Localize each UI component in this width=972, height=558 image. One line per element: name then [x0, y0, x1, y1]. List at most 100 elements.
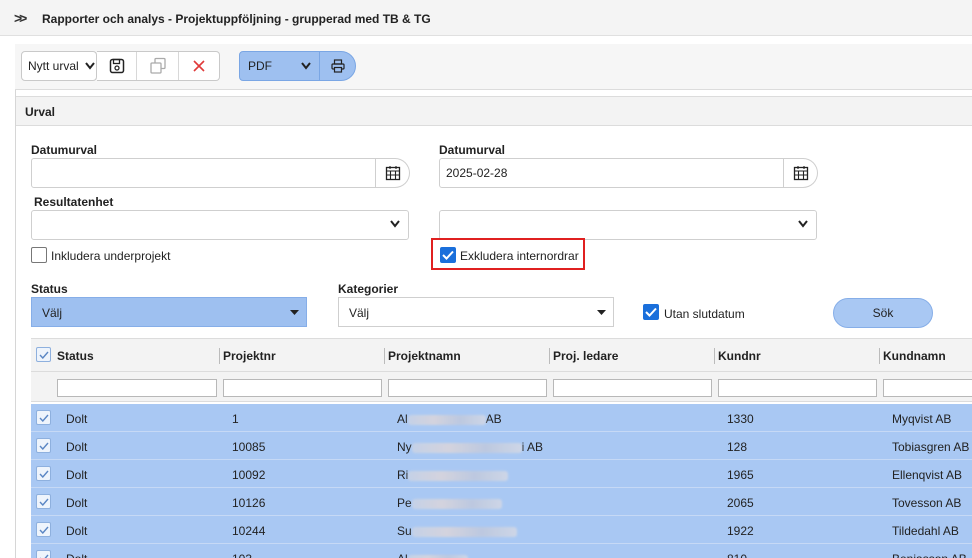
- column-header-kundnamn[interactable]: Kundnamn: [883, 349, 946, 363]
- datum-label-1: Datumurval: [31, 143, 98, 157]
- grid-filter-row: [31, 372, 972, 402]
- checkmark-icon: [38, 498, 49, 506]
- column-header-kundnr[interactable]: Kundnr: [718, 349, 761, 363]
- cell-projektnamn-start: Ny: [397, 440, 412, 454]
- urval-section-title: Urval: [25, 105, 56, 119]
- datum-input-1[interactable]: [31, 158, 376, 188]
- caret-down-icon: [290, 310, 299, 315]
- filter-projektnamn-input[interactable]: [388, 379, 547, 397]
- cell-projektnamn-end: AB: [485, 412, 502, 426]
- column-separator[interactable]: [714, 348, 715, 364]
- print-button[interactable]: [320, 52, 355, 80]
- cell-status: Dolt: [66, 468, 88, 482]
- row-checkbox[interactable]: [36, 466, 51, 481]
- filter-projledare-input[interactable]: [553, 379, 712, 397]
- datum-input-2-value: 2025-02-28: [446, 166, 508, 180]
- cell-kundnamn: Benjasson AB: [892, 552, 967, 558]
- page-title: Rapporter och analys - Projektuppföljnin…: [42, 12, 431, 26]
- cell-projektnr: 10092: [232, 468, 266, 482]
- filter-projektnr-input[interactable]: [223, 379, 382, 397]
- column-header-projledare[interactable]: Proj. ledare: [553, 349, 618, 363]
- datum-input-2[interactable]: 2025-02-28: [439, 158, 784, 188]
- table-row[interactable]: Dolt 10244 Su 1922 Tildedahl AB: [31, 516, 972, 544]
- status-label: Status: [31, 282, 68, 296]
- cell-projektnamn: Ny i AB: [397, 440, 543, 454]
- copy-button[interactable]: [137, 52, 179, 80]
- row-checkbox[interactable]: [36, 438, 51, 453]
- utan-slutdatum-checkbox[interactable]: [643, 304, 659, 320]
- cell-kundnr: 1965: [727, 468, 754, 482]
- redacted-text: [411, 526, 517, 537]
- cell-projektnamn-start: Al: [397, 412, 408, 426]
- row-checkbox[interactable]: [36, 494, 51, 509]
- status-select[interactable]: Välj: [31, 297, 307, 327]
- cell-projektnr: 1: [232, 412, 239, 426]
- calendar-icon: [793, 166, 808, 181]
- cell-projektnamn: Al: [397, 552, 468, 558]
- grid-header: Status Projektnr Projektnamn Proj. ledar…: [31, 338, 972, 372]
- resultatenhet-select[interactable]: [31, 210, 409, 240]
- resultatenhet-select-2[interactable]: [439, 210, 817, 240]
- urval-select-label: Nytt urval: [28, 59, 79, 73]
- inkludera-checkbox[interactable]: [31, 247, 47, 263]
- urval-section-header: Urval: [16, 96, 972, 126]
- row-checkbox[interactable]: [36, 550, 51, 558]
- inkludera-label: Inkludera underprojekt: [51, 249, 171, 263]
- kategorier-label: Kategorier: [338, 282, 399, 296]
- cell-kundnr: 1330: [727, 412, 754, 426]
- title-bar: >> Rapporter och analys - Projektuppfölj…: [0, 0, 972, 36]
- cell-kundnr: 2065: [727, 496, 754, 510]
- datum-calendar-button-2[interactable]: [784, 158, 818, 188]
- column-header-projektnr[interactable]: Projektnr: [223, 349, 276, 363]
- filter-status-input[interactable]: [57, 379, 217, 397]
- utan-slutdatum-label: Utan slutdatum: [664, 307, 745, 321]
- table-row[interactable]: Dolt 10092 Ri 1965 Ellenqvist AB: [31, 460, 972, 488]
- status-select-value: Välj: [42, 306, 63, 320]
- checkmark-icon: [645, 307, 657, 317]
- cell-projektnamn: Ri: [397, 468, 509, 482]
- table-row[interactable]: Dolt 1 Al AB 1330 Myqvist AB: [31, 404, 972, 432]
- calendar-icon: [385, 166, 400, 181]
- exkludera-label: Exkludera internordrar: [460, 249, 579, 263]
- redacted-text: [407, 414, 486, 425]
- row-checkbox[interactable]: [36, 410, 51, 425]
- table-row[interactable]: Dolt 103 Al 810 Benjasson AB: [31, 544, 972, 558]
- filter-kundnr-input[interactable]: [718, 379, 877, 397]
- column-separator[interactable]: [549, 348, 550, 364]
- column-separator[interactable]: [879, 348, 880, 364]
- search-button[interactable]: Sök: [833, 298, 933, 328]
- expand-menu-icon[interactable]: >>: [14, 10, 27, 26]
- column-header-projektnamn[interactable]: Projektnamn: [388, 349, 461, 363]
- checkmark-icon: [38, 414, 49, 422]
- row-checkbox[interactable]: [36, 522, 51, 537]
- search-button-label: Sök: [872, 306, 894, 320]
- select-all-checkbox[interactable]: [36, 347, 51, 362]
- column-separator[interactable]: [384, 348, 385, 364]
- kategorier-select[interactable]: Välj: [338, 297, 614, 327]
- chevron-down-icon: [390, 220, 400, 228]
- datum-label-2: Datumurval: [439, 143, 506, 157]
- exkludera-checkbox[interactable]: [440, 247, 456, 263]
- checkmark-icon: [38, 442, 49, 450]
- cell-projektnamn: Al AB: [397, 412, 502, 426]
- cell-kundnr: 128: [727, 440, 748, 454]
- chevron-down-icon: [84, 62, 95, 70]
- table-row[interactable]: Dolt 10126 Pe 2065 Tovesson AB: [31, 488, 972, 516]
- filter-kundnamn-input[interactable]: [883, 379, 972, 397]
- cell-kundnamn: Myqvist AB: [892, 412, 952, 426]
- cell-status: Dolt: [66, 412, 88, 426]
- cell-status: Dolt: [66, 552, 87, 558]
- table-row[interactable]: Dolt 10085 Ny i AB 128 Tobiasgren AB: [31, 432, 972, 460]
- column-header-status[interactable]: Status: [57, 349, 94, 363]
- save-button[interactable]: [97, 52, 137, 80]
- column-separator[interactable]: [219, 348, 220, 364]
- cell-projektnr: 103: [232, 552, 252, 558]
- delete-button[interactable]: [179, 52, 219, 80]
- datum-calendar-button-1[interactable]: [376, 158, 410, 188]
- urval-select[interactable]: Nytt urval: [21, 51, 97, 81]
- cell-kundnr: 1922: [727, 524, 754, 538]
- chevron-down-icon: [798, 220, 808, 228]
- cell-projektnr: 10244: [232, 524, 266, 538]
- pdf-format-label: PDF: [248, 59, 272, 73]
- pdf-format-select[interactable]: PDF: [240, 52, 320, 80]
